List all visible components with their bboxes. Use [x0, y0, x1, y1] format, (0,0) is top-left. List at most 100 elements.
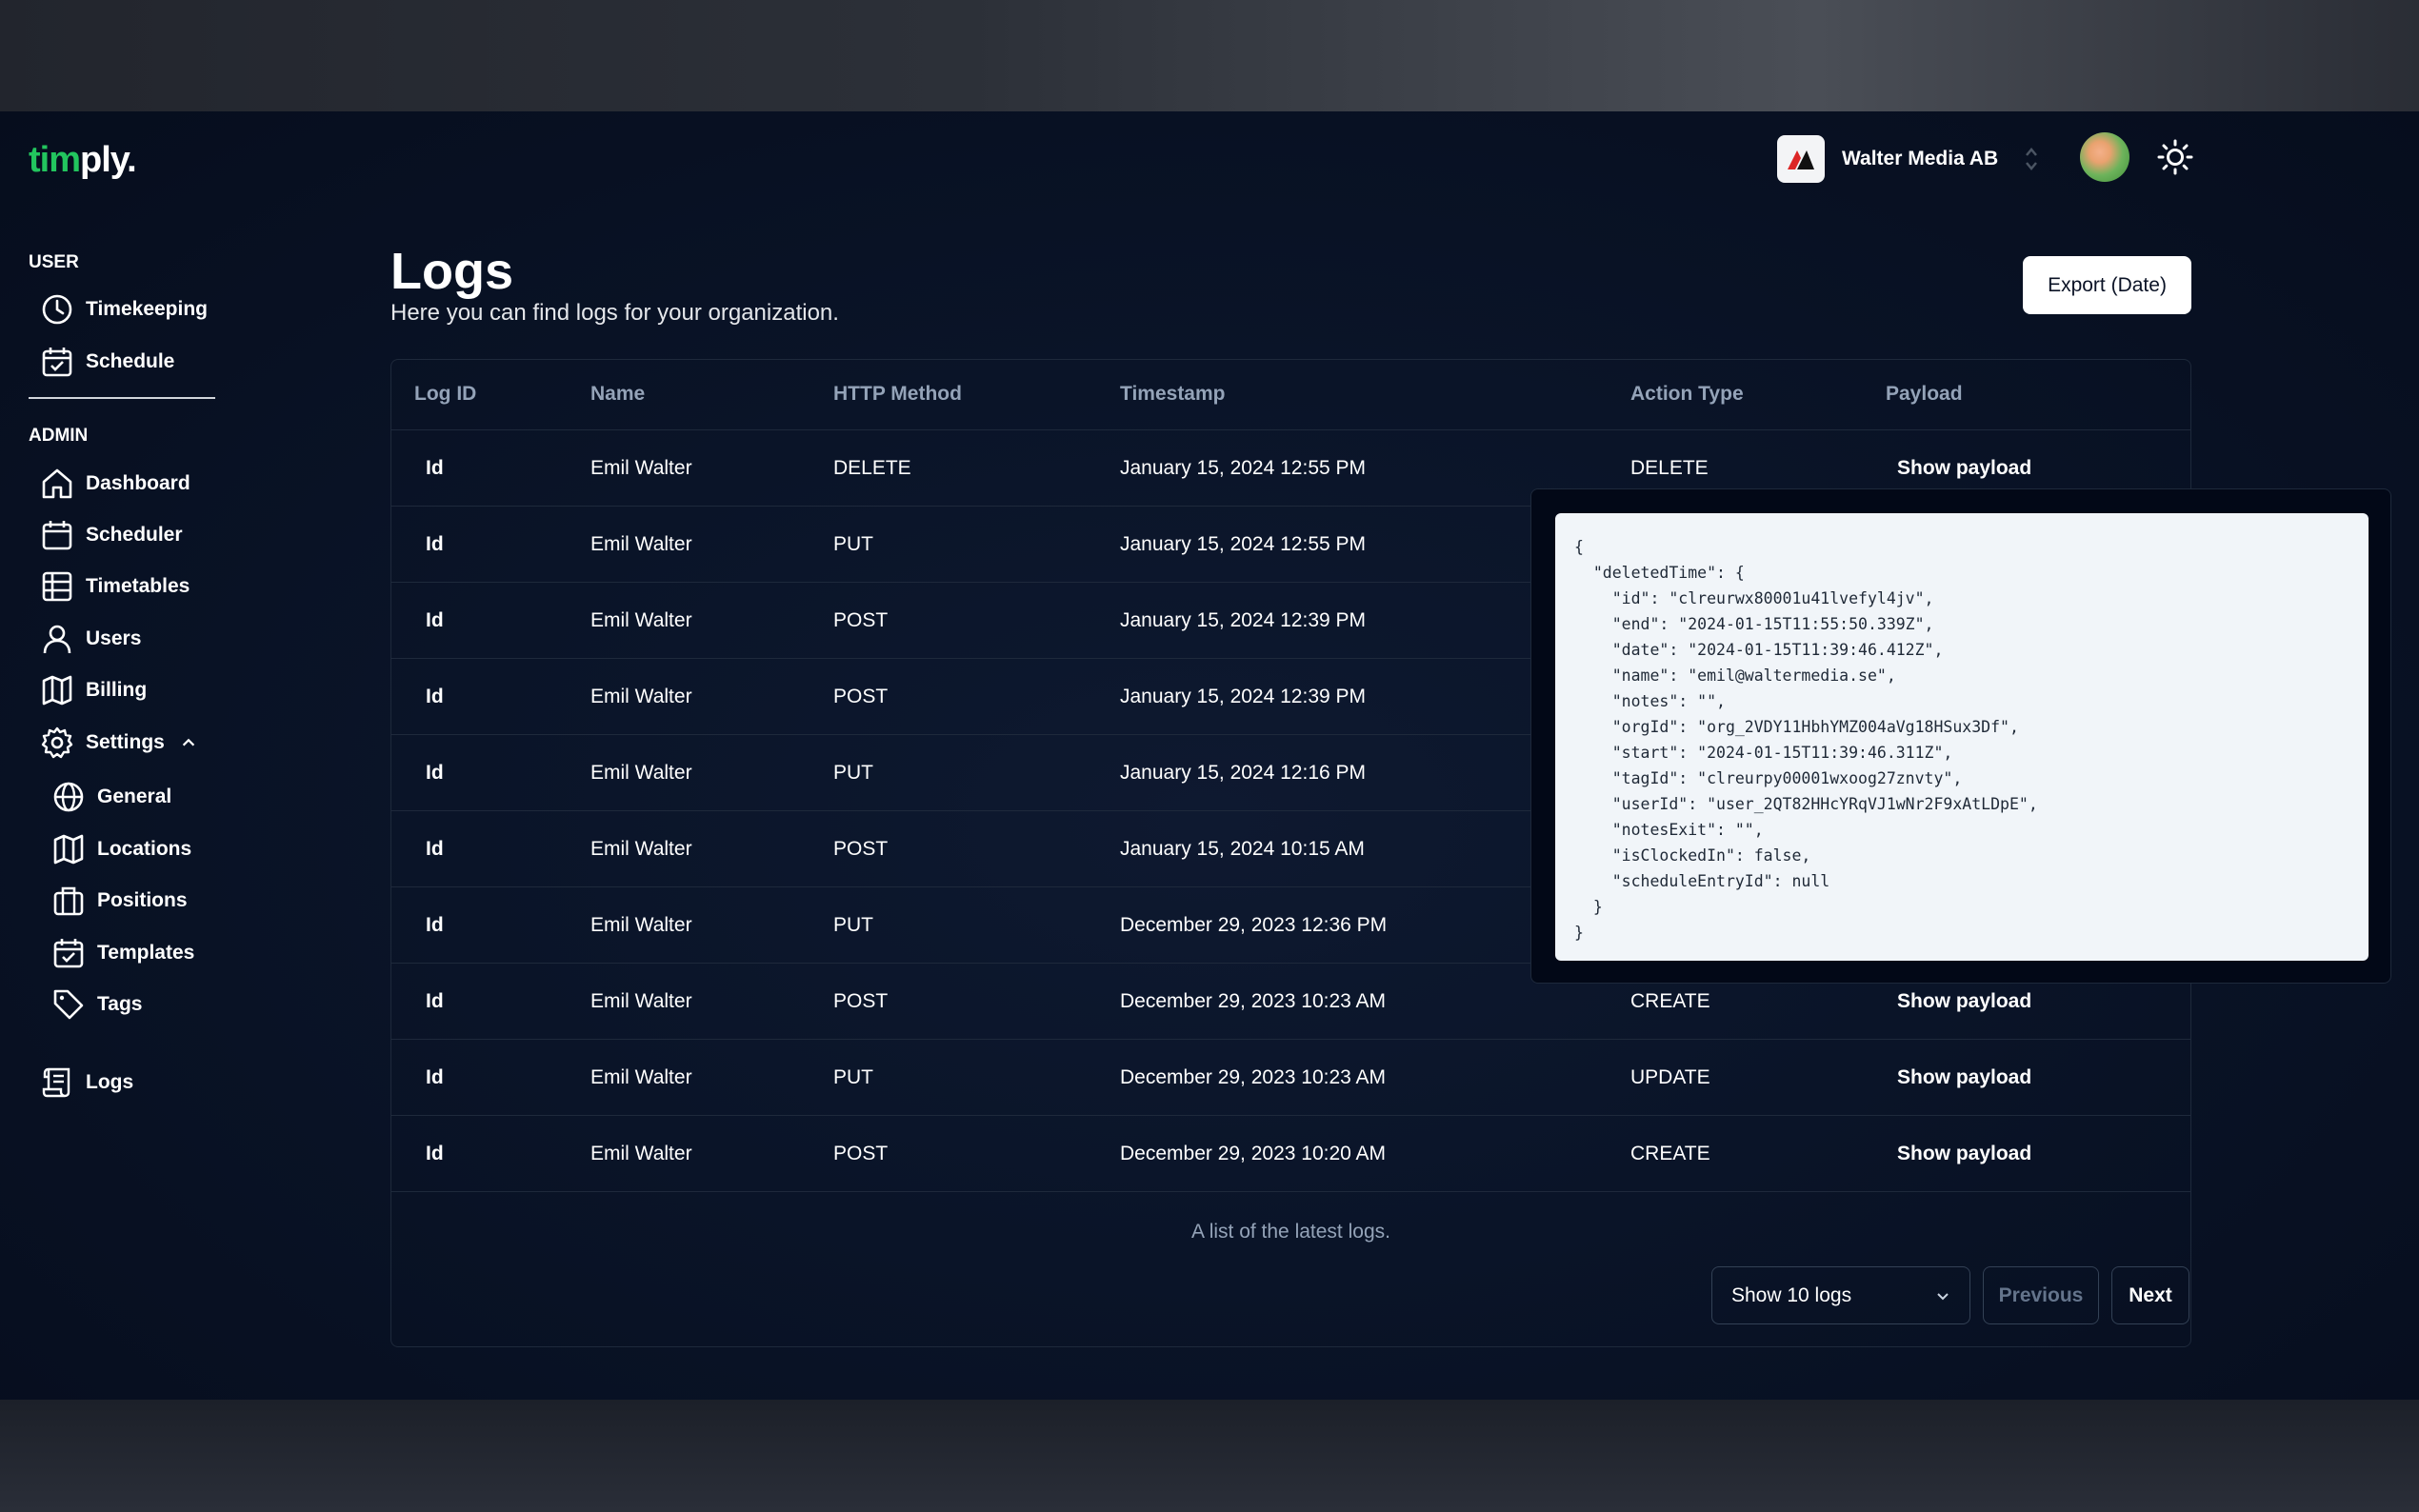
home-icon: [42, 468, 72, 499]
cell-http-method: POST: [833, 1143, 889, 1164]
cell-log-id: Id: [426, 762, 444, 784]
org-name: Walter Media AB: [1842, 148, 1999, 169]
page-title: Logs: [390, 243, 513, 300]
cell-http-method: POST: [833, 838, 889, 860]
calendar-icon: [42, 521, 72, 550]
sun-icon[interactable]: [2156, 138, 2194, 176]
user-avatar[interactable]: [2080, 132, 2129, 182]
cell-timestamp: January 15, 2024 12:39 PM: [1120, 686, 1367, 707]
sidebar-item-settings[interactable]: Settings: [40, 726, 197, 760]
cell-log-id: Id: [426, 457, 444, 479]
cell-log-id: Id: [426, 914, 444, 936]
cell-log-id: Id: [426, 686, 444, 707]
cell-http-method: POST: [833, 686, 889, 707]
sidebar-item-label: Tags: [97, 993, 143, 1015]
sidebar-item-label: Templates: [97, 942, 195, 964]
chevron-up-down-icon: [2023, 145, 2040, 173]
sidebar-item-label: Scheduler: [86, 524, 183, 546]
sidebar-subitem-locations[interactable]: Locations: [51, 832, 191, 866]
sidebar-item-label: Positions: [97, 889, 188, 911]
cell-name: Emil Walter: [590, 609, 692, 631]
page-size-select[interactable]: Show 10 logs: [1711, 1266, 1970, 1324]
sidebar-item-timetables[interactable]: Timetables: [40, 569, 190, 604]
cell-name: Emil Walter: [590, 1143, 692, 1164]
cell-log-id: Id: [426, 838, 444, 860]
page-size-label: Show 10 logs: [1731, 1283, 1852, 1306]
column-header-payload[interactable]: Payload: [1886, 383, 1963, 406]
sidebar-subitem-general[interactable]: General: [51, 780, 171, 814]
sidebar-divider: [29, 397, 215, 399]
table-header-row: Log ID Name HTTP Method Timestamp Action…: [391, 360, 2190, 430]
column-header-log-id[interactable]: Log ID: [414, 383, 476, 406]
gear-icon: [41, 726, 73, 759]
cell-name: Emil Walter: [590, 914, 692, 936]
sidebar-item-label: General: [97, 786, 172, 807]
sidebar-item-logs[interactable]: Logs: [40, 1065, 133, 1100]
app-logo[interactable]: timply.: [29, 140, 137, 181]
show-payload-button[interactable]: Show payload: [1897, 1143, 2031, 1165]
show-payload-button[interactable]: Show payload: [1897, 457, 2031, 480]
app-window: timply. Walter Media AB USER Timekeeping…: [0, 111, 2419, 1400]
column-header-http-method[interactable]: HTTP Method: [833, 383, 962, 406]
sidebar-item-label: Dashboard: [86, 472, 190, 494]
sidebar-item-label: Timetables: [86, 575, 190, 597]
cell-timestamp: December 29, 2023 10:23 AM: [1120, 1066, 1387, 1088]
cell-action-type: UPDATE: [1630, 1066, 1710, 1088]
chevron-down-icon: [1937, 1292, 1949, 1300]
sidebar-subitem-positions[interactable]: Positions: [51, 884, 188, 918]
column-header-name[interactable]: Name: [590, 383, 645, 406]
org-logo-icon: [1777, 135, 1825, 183]
cell-log-id: Id: [426, 1143, 444, 1164]
logo-accent-text: tim: [29, 140, 81, 180]
cell-timestamp: January 15, 2024 12:55 PM: [1120, 533, 1367, 555]
globe-icon: [53, 782, 84, 812]
cell-action-type: DELETE: [1630, 457, 1709, 479]
column-header-action-type[interactable]: Action Type: [1630, 383, 1744, 406]
sidebar-item-label: Timekeeping: [86, 298, 208, 320]
cell-name: Emil Walter: [590, 457, 692, 479]
sidebar-item-scheduler[interactable]: Scheduler: [40, 518, 183, 552]
cell-http-method: POST: [833, 990, 889, 1012]
page-subtitle: Here you can find logs for your organiza…: [390, 300, 839, 326]
map-icon: [53, 834, 84, 865]
calendar-check-icon: [42, 348, 72, 377]
cell-http-method: PUT: [833, 1066, 873, 1088]
sidebar-item-users[interactable]: Users: [40, 622, 141, 656]
next-page-button[interactable]: Next: [2111, 1266, 2189, 1324]
cell-http-method: POST: [833, 609, 889, 631]
briefcase-icon: [53, 886, 84, 916]
cell-timestamp: January 15, 2024 12:39 PM: [1120, 609, 1367, 631]
sidebar-subitem-tags[interactable]: Tags: [51, 987, 142, 1022]
cell-name: Emil Walter: [590, 762, 692, 784]
sidebar-item-billing[interactable]: Billing: [40, 673, 147, 707]
cell-action-type: CREATE: [1630, 1143, 1710, 1164]
cell-timestamp: December 29, 2023 12:36 PM: [1120, 914, 1388, 936]
sidebar-subitem-templates[interactable]: Templates: [51, 936, 194, 970]
window-bottom-backdrop: [0, 1400, 2419, 1512]
sidebar-item-label: Schedule: [86, 350, 175, 372]
previous-page-button[interactable]: Previous: [1983, 1266, 2099, 1324]
cell-http-method: PUT: [833, 762, 873, 784]
cell-name: Emil Walter: [590, 990, 692, 1012]
cell-name: Emil Walter: [590, 1066, 692, 1088]
show-payload-button[interactable]: Show payload: [1897, 990, 2031, 1013]
payload-popover: { "deletedTime": { "id": "clreurwx80001u…: [1530, 488, 2391, 984]
show-payload-button[interactable]: Show payload: [1897, 1066, 2031, 1089]
sidebar-item-timekeeping[interactable]: Timekeeping: [40, 292, 208, 327]
sidebar-item-label: Locations: [97, 838, 192, 860]
cell-action-type: CREATE: [1630, 990, 1710, 1012]
cell-timestamp: December 29, 2023 10:20 AM: [1120, 1143, 1387, 1164]
sidebar-item-dashboard[interactable]: Dashboard: [40, 467, 190, 501]
clock-icon: [42, 294, 72, 325]
cell-name: Emil Walter: [590, 533, 692, 555]
sidebar-item-schedule[interactable]: Schedule: [40, 345, 174, 379]
org-switcher[interactable]: Walter Media AB: [1777, 134, 2040, 184]
cell-name: Emil Walter: [590, 686, 692, 707]
cell-http-method: DELETE: [833, 457, 911, 479]
export-button[interactable]: Export (Date): [2023, 256, 2191, 314]
column-header-timestamp[interactable]: Timestamp: [1120, 383, 1226, 406]
table-row: Id Emil Walter POST December 29, 2023 10:20…: [391, 1116, 2190, 1192]
cell-timestamp: January 15, 2024 10:15 AM: [1120, 838, 1365, 860]
window-top-backdrop: [0, 0, 2419, 111]
cell-http-method: PUT: [833, 914, 873, 936]
